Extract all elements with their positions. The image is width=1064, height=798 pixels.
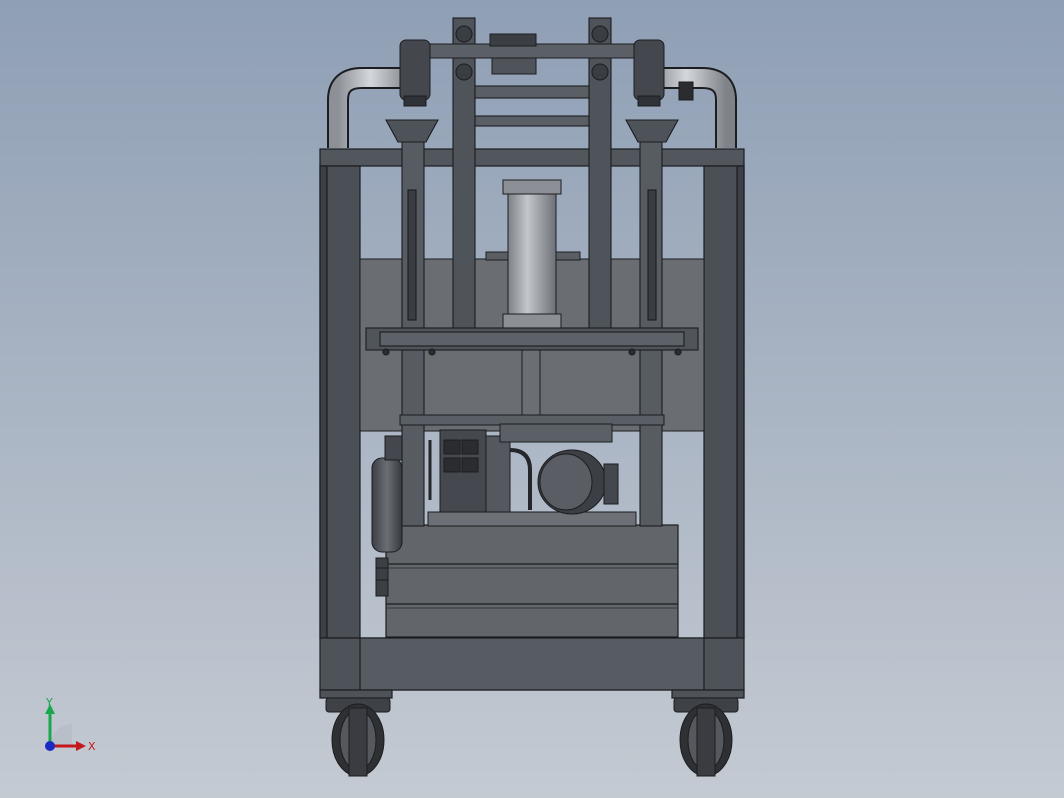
graphics-viewport[interactable]: Y X [0, 0, 1064, 798]
x-axis-label: X [88, 740, 96, 753]
x-arrow-icon [76, 741, 86, 751]
hydraulic-pump-unit [428, 423, 619, 515]
z-axis-dot-icon [45, 741, 55, 751]
hydraulic-tank-cabinet [385, 524, 679, 638]
caster-left [325, 697, 391, 777]
y-axis-label: Y [45, 698, 53, 709]
caster-right [673, 697, 739, 777]
orientation-triad: Y X [45, 698, 96, 753]
hydraulic-lift-cart-model[interactable] [0, 0, 1064, 798]
